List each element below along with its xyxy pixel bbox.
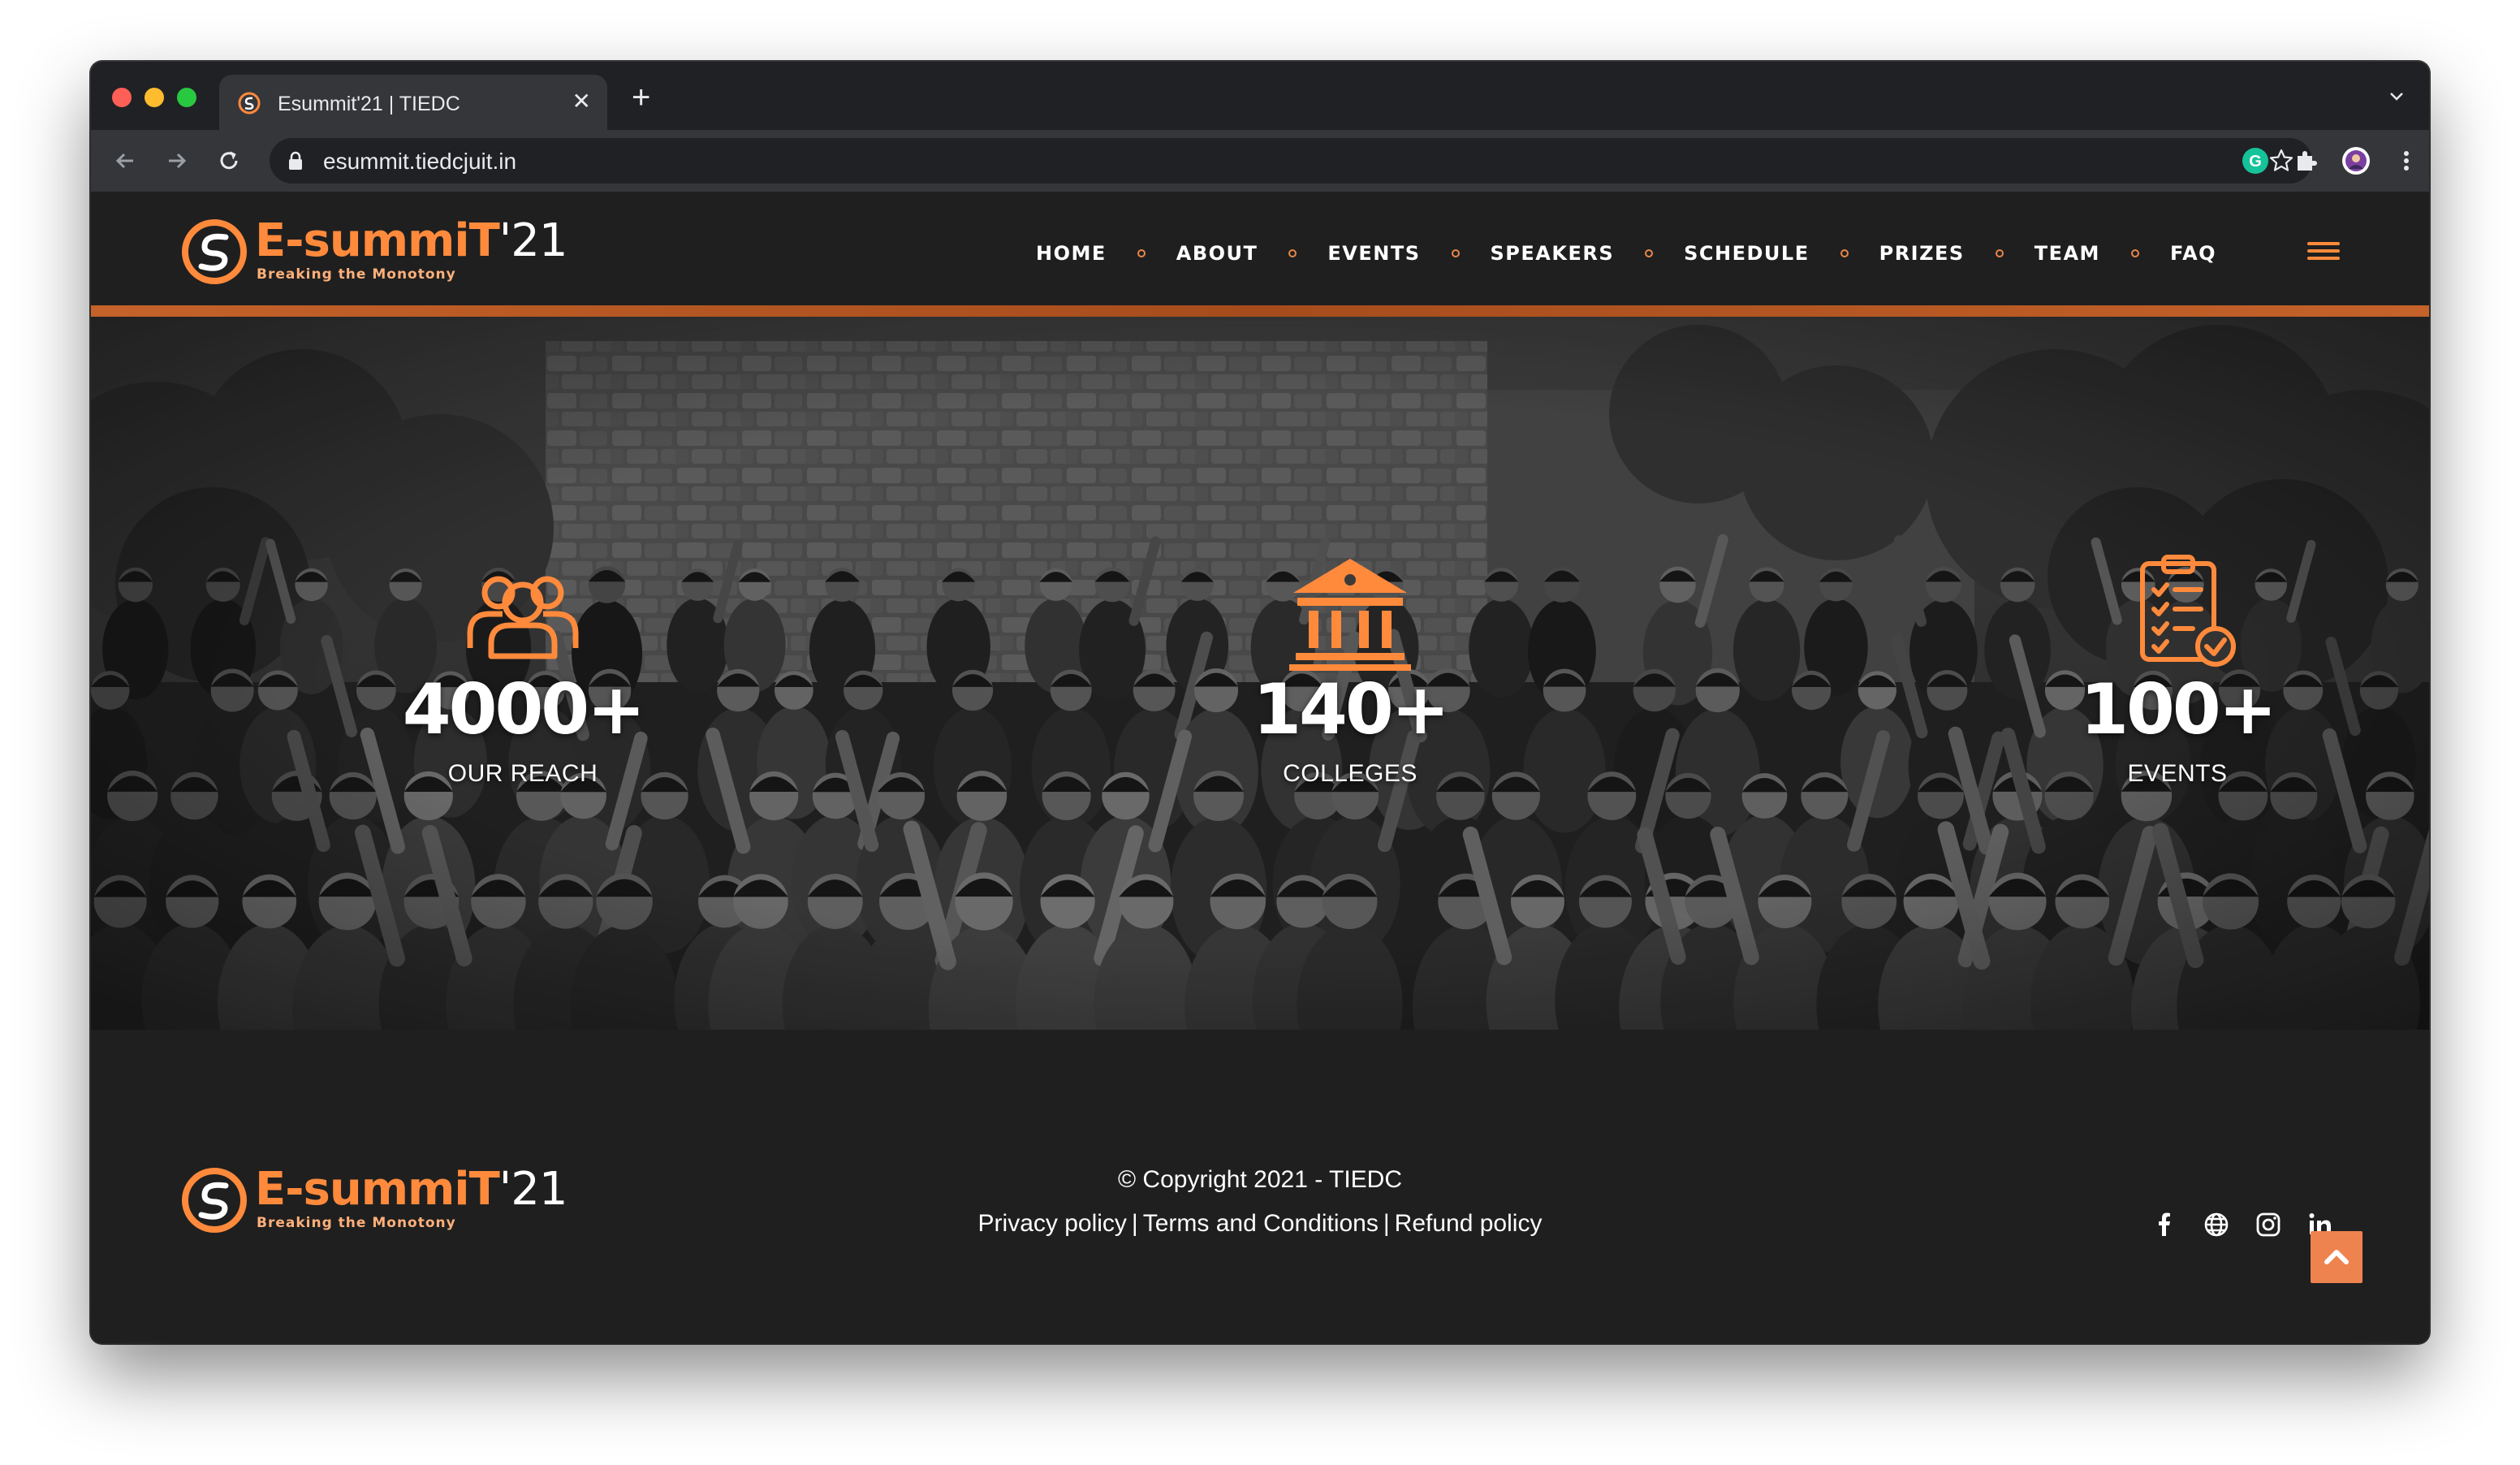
reload-icon[interactable] (213, 145, 245, 177)
instagram-icon[interactable] (2254, 1210, 2283, 1239)
nav-item-speakers[interactable]: SPEAKERS (1491, 242, 1615, 265)
globe-icon[interactable] (2202, 1210, 2231, 1239)
url-text: esummit.tiedcjuit.in (323, 149, 517, 174)
link-divider: | (1383, 1210, 1390, 1237)
terms-link[interactable]: Terms and Conditions (1143, 1210, 1379, 1237)
maximize-window-button[interactable] (177, 88, 196, 107)
stat-colleges-label: COLLEGES (1283, 760, 1418, 787)
web-page: E-summiT'21 Breaking the Monotony HOME A… (91, 192, 2429, 1343)
copyright-text: © Copyright 2021 - TIEDC (1117, 1166, 1403, 1193)
logo-year-text: '21 (498, 214, 568, 267)
nav-separator-dot (2130, 249, 2139, 257)
nav-item-home[interactable]: HOME (1036, 242, 1107, 265)
stat-events: 100+ EVENTS (2007, 552, 2348, 788)
site-favicon-icon (238, 92, 261, 115)
logo-tagline: Breaking the Monotony (257, 266, 456, 283)
site-logo[interactable]: E-summiT'21 Breaking the Monotony (180, 208, 567, 289)
extensions-puzzle-icon[interactable] (2291, 146, 2320, 175)
close-window-button[interactable] (112, 88, 132, 107)
header-accent-bar (91, 305, 2429, 317)
stat-events-label: EVENTS (2127, 760, 2228, 787)
link-divider: | (1131, 1210, 1138, 1237)
stat-colleges: 140+ COLLEGES (1180, 552, 1521, 788)
tab-search-chevron-icon[interactable] (2385, 84, 2408, 107)
nav-item-faq[interactable]: FAQ (2170, 242, 2216, 265)
chevron-up-icon (2324, 1250, 2349, 1264)
stats-hero-section: 4000+ OUR REACH 140+ COLLEGES 100+ EVENT… (91, 317, 2429, 1030)
stat-events-value: 100+ (2080, 669, 2277, 750)
privacy-policy-link[interactable]: Privacy policy (978, 1210, 1127, 1237)
minimize-window-button[interactable] (145, 88, 164, 107)
nav-item-about[interactable]: ABOUT (1176, 242, 1258, 265)
tab-title: Esummit'21 | TIEDC (278, 93, 460, 115)
browser-toolbar: esummit.tiedcjuit.in G (91, 130, 2429, 192)
people-group-icon (467, 576, 579, 659)
tab-strip: Esummit'21 | TIEDC ✕ + (91, 62, 2429, 130)
lock-icon (289, 151, 302, 170)
stat-colleges-value: 140+ (1253, 669, 1450, 750)
main-navigation: HOME ABOUT EVENTS SPEAKERS SCHEDULE PRIZ… (1036, 237, 2216, 270)
new-tab-icon[interactable]: + (632, 81, 650, 114)
checklist-clipboard-icon (2140, 555, 2236, 667)
grammarly-extension-icon[interactable]: G (2241, 146, 2270, 175)
hamburger-menu-icon[interactable] (2307, 242, 2340, 263)
nav-item-events[interactable]: EVENTS (1327, 242, 1420, 265)
logo-brand-text: E-summiT (255, 214, 500, 267)
nav-separator-dot (1288, 249, 1297, 257)
college-building-icon (1289, 559, 1411, 671)
nav-separator-dot (1995, 249, 2004, 257)
browser-menu-icon[interactable] (2392, 146, 2421, 175)
scroll-to-top-button[interactable] (2311, 1231, 2362, 1283)
stat-reach: 4000+ OUR REACH (352, 552, 693, 788)
profile-avatar-icon[interactable] (2341, 146, 2371, 175)
logo-wordmark: E-summiT'21 (255, 214, 567, 267)
nav-separator-dot (1137, 249, 1146, 257)
nav-separator-dot (1840, 249, 1849, 257)
site-footer: E-summiT'21 Breaking the Monotony © Copy… (91, 1030, 2429, 1343)
facebook-icon[interactable] (2150, 1210, 2179, 1239)
nav-separator-dot (1645, 249, 1654, 257)
stat-reach-value: 4000+ (402, 669, 645, 750)
address-bar[interactable]: esummit.tiedcjuit.in (270, 138, 2312, 184)
stat-reach-label: OUR REACH (447, 760, 598, 787)
policy-links: Privacy policy | Terms and Conditions | Refu… (91, 1210, 2429, 1238)
site-header: E-summiT'21 Breaking the Monotony HOME A… (91, 192, 2429, 305)
svg-text:G: G (2249, 153, 2262, 171)
close-tab-icon[interactable]: ✕ (572, 89, 591, 114)
back-arrow-icon[interactable] (109, 145, 141, 177)
nav-item-team[interactable]: TEAM (2035, 242, 2100, 265)
esummit-logo-mark-icon (182, 219, 247, 284)
browser-window: Esummit'21 | TIEDC ✕ + esummit.tiedcjuit… (91, 62, 2429, 1343)
browser-tab[interactable]: Esummit'21 | TIEDC ✕ (219, 75, 607, 130)
nav-item-prizes[interactable]: PRIZES (1879, 242, 1965, 265)
nav-item-schedule[interactable]: SCHEDULE (1684, 242, 1809, 265)
nav-separator-dot (1451, 249, 1460, 257)
refund-policy-link[interactable]: Refund policy (1395, 1210, 1543, 1237)
forward-arrow-icon[interactable] (161, 145, 193, 177)
